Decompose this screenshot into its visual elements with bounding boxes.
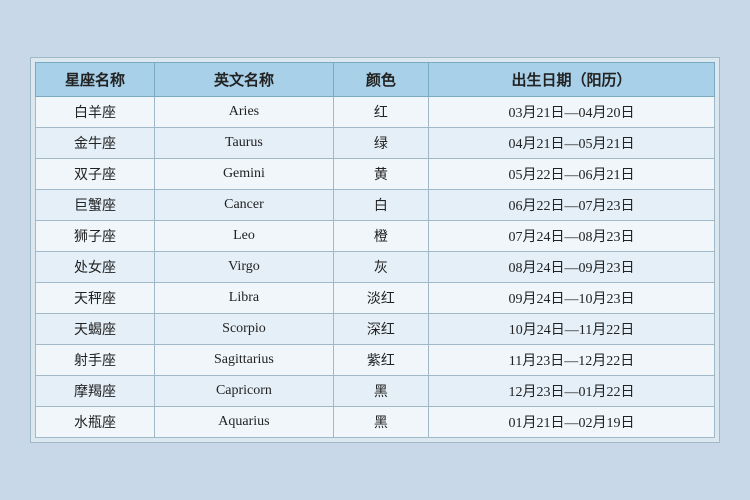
cell-en: Leo	[155, 221, 334, 252]
cell-zh: 处女座	[36, 252, 155, 283]
cell-color: 橙	[333, 221, 428, 252]
cell-color: 灰	[333, 252, 428, 283]
cell-color: 深红	[333, 314, 428, 345]
table-row: 摩羯座Capricorn黑12月23日—01月22日	[36, 376, 715, 407]
cell-en: Taurus	[155, 128, 334, 159]
cell-date: 05月22日—06月21日	[429, 159, 715, 190]
cell-en: Capricorn	[155, 376, 334, 407]
cell-zh: 狮子座	[36, 221, 155, 252]
cell-en: Aquarius	[155, 407, 334, 438]
table-row: 金牛座Taurus绿04月21日—05月21日	[36, 128, 715, 159]
table-row: 狮子座Leo橙07月24日—08月23日	[36, 221, 715, 252]
cell-en: Aries	[155, 97, 334, 128]
table-body: 白羊座Aries红03月21日—04月20日金牛座Taurus绿04月21日—0…	[36, 97, 715, 438]
cell-en: Sagittarius	[155, 345, 334, 376]
table-row: 巨蟹座Cancer白06月22日—07月23日	[36, 190, 715, 221]
cell-en: Scorpio	[155, 314, 334, 345]
table-row: 双子座Gemini黄05月22日—06月21日	[36, 159, 715, 190]
cell-date: 10月24日—11月22日	[429, 314, 715, 345]
table-row: 水瓶座Aquarius黑01月21日—02月19日	[36, 407, 715, 438]
cell-en: Libra	[155, 283, 334, 314]
cell-color: 黄	[333, 159, 428, 190]
cell-date: 08月24日—09月23日	[429, 252, 715, 283]
cell-color: 淡红	[333, 283, 428, 314]
cell-date: 03月21日—04月20日	[429, 97, 715, 128]
header-date: 出生日期（阳历）	[429, 63, 715, 97]
table-row: 处女座Virgo灰08月24日—09月23日	[36, 252, 715, 283]
cell-zh: 双子座	[36, 159, 155, 190]
cell-zh: 天秤座	[36, 283, 155, 314]
cell-zh: 射手座	[36, 345, 155, 376]
cell-date: 01月21日—02月19日	[429, 407, 715, 438]
header-en: 英文名称	[155, 63, 334, 97]
zodiac-table-container: 星座名称 英文名称 颜色 出生日期（阳历） 白羊座Aries红03月21日—04…	[30, 57, 720, 443]
cell-date: 09月24日—10月23日	[429, 283, 715, 314]
cell-zh: 白羊座	[36, 97, 155, 128]
cell-en: Gemini	[155, 159, 334, 190]
table-row: 白羊座Aries红03月21日—04月20日	[36, 97, 715, 128]
table-row: 天蝎座Scorpio深红10月24日—11月22日	[36, 314, 715, 345]
cell-color: 绿	[333, 128, 428, 159]
cell-zh: 天蝎座	[36, 314, 155, 345]
table-row: 射手座Sagittarius紫红11月23日—12月22日	[36, 345, 715, 376]
zodiac-table: 星座名称 英文名称 颜色 出生日期（阳历） 白羊座Aries红03月21日—04…	[35, 62, 715, 438]
cell-date: 11月23日—12月22日	[429, 345, 715, 376]
cell-color: 黑	[333, 376, 428, 407]
cell-zh: 摩羯座	[36, 376, 155, 407]
table-row: 天秤座Libra淡红09月24日—10月23日	[36, 283, 715, 314]
cell-color: 黑	[333, 407, 428, 438]
cell-en: Virgo	[155, 252, 334, 283]
cell-en: Cancer	[155, 190, 334, 221]
header-color: 颜色	[333, 63, 428, 97]
cell-color: 紫红	[333, 345, 428, 376]
header-zh: 星座名称	[36, 63, 155, 97]
cell-date: 04月21日—05月21日	[429, 128, 715, 159]
cell-date: 07月24日—08月23日	[429, 221, 715, 252]
cell-color: 白	[333, 190, 428, 221]
table-header-row: 星座名称 英文名称 颜色 出生日期（阳历）	[36, 63, 715, 97]
cell-zh: 水瓶座	[36, 407, 155, 438]
cell-zh: 金牛座	[36, 128, 155, 159]
cell-color: 红	[333, 97, 428, 128]
cell-date: 06月22日—07月23日	[429, 190, 715, 221]
cell-zh: 巨蟹座	[36, 190, 155, 221]
cell-date: 12月23日—01月22日	[429, 376, 715, 407]
